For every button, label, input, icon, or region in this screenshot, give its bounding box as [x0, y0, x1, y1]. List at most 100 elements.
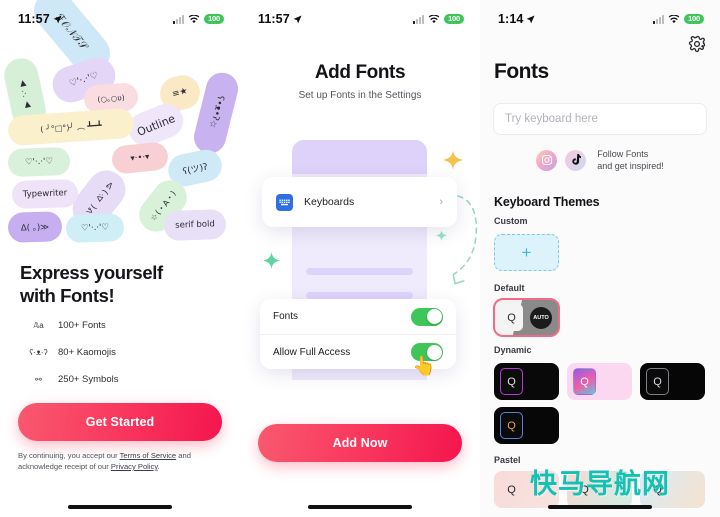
font-sticker: ▾·•·▾	[110, 141, 170, 175]
keyboards-row[interactable]: Keyboards ›	[262, 177, 457, 227]
site-watermark: 快马导航网	[530, 469, 670, 500]
chevron-right-icon: ›	[439, 196, 443, 208]
theme-tile-default[interactable]: Q AUTO	[493, 298, 560, 337]
theme-key-preview: Q	[500, 304, 523, 331]
privacy-policy-link[interactable]: Privacy Policy	[111, 462, 158, 471]
legal-text: By continuing, you accept our Terms of S…	[18, 450, 226, 472]
status-bar-middle: 11:57 100	[240, 0, 480, 30]
wifi-icon	[668, 14, 680, 23]
feature-label: 80+ Kaomojis	[58, 346, 116, 358]
font-sticker-label: ʕ(ツ)ʔ	[181, 161, 209, 177]
feature-item: ⚯ 250+ Symbols	[30, 372, 118, 386]
status-bar-left: 11:57 100	[0, 0, 240, 30]
font-sticker-label: ▲ .·. ▲	[17, 77, 33, 109]
feature-item: ʕ·ᴥ·ʔ 80+ Kaomojis	[29, 345, 118, 359]
screen-fonts-home: 1:14 100 Fonts Try keyboard here Follow …	[480, 0, 720, 517]
aa-icon: 𝔸a	[33, 320, 44, 330]
three-screen-collage: 11:57 100 ℱ𝒪𝒩𝒯𝒮 ▲ .·. ▲ ♡'·.·'♡ (○｡○ʋ) ≡★ Out…	[0, 0, 720, 517]
follow-banner[interactable]: Follow Fonts and get inspired!	[480, 148, 720, 172]
add-fonts-subtitle: Set up Fonts in the Settings	[298, 90, 422, 101]
font-sticker-label: ♡'·.·'♡	[24, 156, 54, 168]
font-sticker: ∆( ｡)≫	[7, 211, 63, 243]
status-time-text: 1:14	[498, 12, 524, 26]
pointing-hand-icon: 👆	[412, 356, 436, 377]
wifi-icon	[188, 14, 200, 23]
toggle-switch[interactable]	[411, 307, 443, 326]
feature-label: 100+ Fonts	[58, 319, 106, 331]
onboarding-headline: Express yourself with Fonts!	[20, 262, 224, 308]
font-sticker-label: ( ╯°□°)╯ ︵ ┻━┻	[39, 120, 102, 134]
location-arrow-icon	[527, 14, 535, 23]
follow-line-1: Follow Fonts	[597, 149, 649, 159]
font-sticker-label: Outline	[135, 111, 177, 139]
follow-text: Follow Fonts and get inspired!	[597, 148, 664, 172]
get-started-button[interactable]: Get Started	[18, 403, 222, 441]
font-sticker: serif bold	[163, 208, 227, 242]
symbols-icon: ⚯	[35, 374, 42, 384]
theme-key-preview: Q	[646, 368, 669, 395]
cellular-signal-icon	[413, 14, 425, 24]
keyboard-themes-heading: Keyboard Themes	[494, 195, 600, 209]
placeholder-line	[306, 292, 413, 299]
font-sticker-label: (○｡○ʋ)	[97, 92, 125, 104]
keyboard-icon	[276, 193, 293, 211]
font-sticker-label: ʕ•ᴥ•ʔ☆	[206, 94, 226, 132]
theme-tile-dynamic[interactable]: Q	[494, 407, 559, 444]
font-sticker: ʕ•ᴥ•ʔ☆	[190, 69, 240, 157]
status-time-left: 11:57	[18, 12, 62, 26]
sparkle-icon	[263, 252, 280, 269]
home-indicator-left	[68, 505, 172, 509]
add-fonts-title: Add Fonts	[314, 62, 406, 83]
follow-line-2: and get inspired!	[597, 161, 664, 172]
terms-of-service-link[interactable]: Terms of Service	[120, 451, 177, 460]
status-bar-right: 1:14 100	[480, 0, 720, 30]
font-sticker: ♡'·.·'♡	[7, 146, 71, 178]
theme-key-preview: Q	[500, 412, 523, 439]
font-sticker-label: ≡★	[171, 86, 189, 100]
toggle-label: Fonts	[273, 311, 299, 322]
placeholder-line	[306, 268, 413, 275]
screen-onboarding: 11:57 100 ℱ𝒪𝒩𝒯𝒮 ▲ .·. ▲ ♡'·.·'♡ (○｡○ʋ) ≡★ Out…	[0, 0, 240, 517]
tiktok-icon[interactable]	[565, 149, 587, 171]
feature-label: 250+ Symbols	[58, 373, 119, 385]
font-sticker-label: serif bold	[175, 219, 215, 231]
status-icons-right: 100	[653, 13, 704, 25]
wifi-icon	[428, 14, 440, 23]
cellular-signal-icon	[173, 14, 185, 24]
add-now-button[interactable]: Add Now	[258, 424, 462, 462]
add-custom-theme-button[interactable]: +	[494, 234, 559, 271]
kaomoji-icon: ʕ·ᴥ·ʔ	[29, 347, 48, 357]
headline-line-2: with Fonts!	[20, 284, 115, 306]
theme-key-preview: Q	[573, 368, 596, 395]
sticker-cloud: ℱ𝒪𝒩𝒯𝒮 ▲ .·. ▲ ♡'·.·'♡ (○｡○ʋ) ≡★ Outline ʕ•ᴥ•ʔ☆…	[0, 0, 240, 270]
theme-tile-dynamic[interactable]: Q	[640, 363, 705, 400]
theme-tile-dynamic[interactable]: Q	[494, 363, 559, 400]
settings-toggle-row[interactable]: Fonts	[260, 299, 456, 334]
location-arrow-icon	[53, 14, 62, 23]
home-indicator-middle	[308, 505, 412, 509]
group-label-dynamic: Dynamic	[494, 345, 532, 355]
instagram-icon[interactable]	[536, 149, 558, 171]
legal-suffix: .	[157, 462, 160, 471]
sparkle-icon	[436, 230, 447, 241]
legal-prefix: By continuing, you accept our	[18, 451, 120, 460]
status-time-text: 11:57	[18, 12, 50, 26]
home-indicator-right	[548, 505, 652, 509]
toggle-label: Allow Full Access	[273, 346, 351, 358]
font-sticker: ♡'·.·'♡	[65, 212, 125, 244]
sparkle-icon	[443, 150, 463, 170]
location-arrow-icon	[293, 14, 302, 23]
status-time-middle: 11:57	[258, 12, 302, 26]
theme-key-preview: Q	[500, 368, 523, 395]
font-sticker-label: ∆( ｡)≫	[20, 222, 50, 234]
battery-badge-left: 100	[204, 13, 224, 25]
status-icons-left: 100	[173, 13, 224, 25]
settings-illustration: Keyboards › Fonts Allow Full Access 👆	[240, 132, 480, 382]
status-time-text: 11:57	[258, 12, 290, 26]
gear-icon[interactable]	[688, 35, 706, 53]
screen-add-fonts: 11:57 100 Add Fonts Set up Fonts in the …	[240, 0, 480, 517]
feature-list: 𝔸a 100+ Fonts ʕ·ᴥ·ʔ 80+ Kaomojis ⚯ 250+ Symbo…	[29, 318, 118, 399]
theme-tile-dynamic[interactable]: Q	[567, 363, 632, 400]
search-input[interactable]: Try keyboard here	[493, 103, 707, 135]
status-icons-middle: 100	[413, 13, 464, 25]
